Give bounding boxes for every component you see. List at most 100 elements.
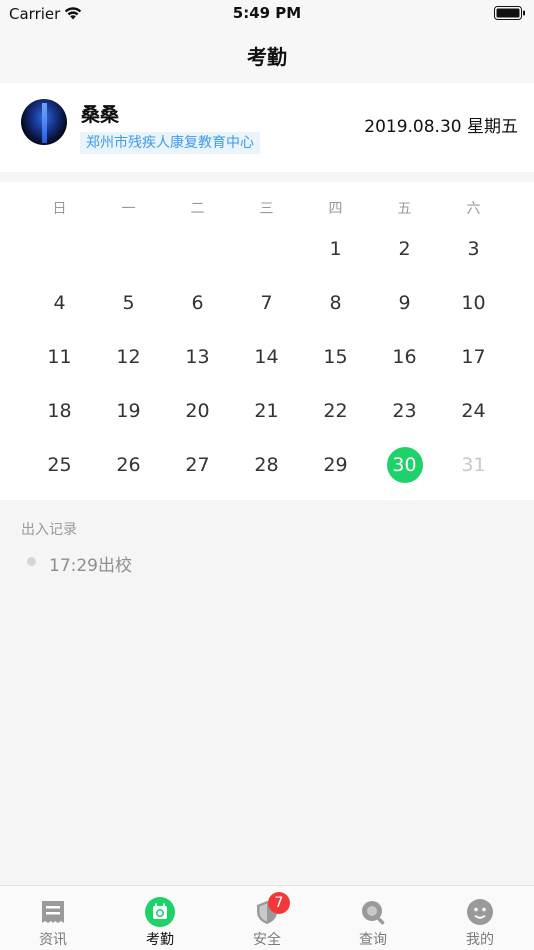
calendar-day[interactable]: 12	[94, 330, 163, 384]
calendar-day-number: 23	[392, 400, 417, 422]
tab-safety[interactable]: 7 安全	[214, 886, 320, 950]
tab-label: 考勤	[146, 932, 174, 948]
entry-exit-records: 出入记录 17:29出校	[0, 500, 534, 885]
calendar-day[interactable]: 31	[439, 438, 508, 492]
weekday-label: 二	[190, 201, 205, 217]
calendar-day-number: 11	[47, 346, 72, 368]
tab-label: 查询	[359, 932, 387, 948]
calendar-day-number: 4	[53, 292, 66, 314]
calendar-day-number: 12	[116, 346, 141, 368]
calendar-day-number: 10	[461, 292, 486, 314]
record-item: 17:29出校	[49, 556, 132, 576]
page-title: 考勤	[247, 45, 287, 69]
calendar-day-number: 1	[329, 238, 342, 260]
weekday-label: 四	[328, 201, 343, 217]
calendar-day[interactable]: 18	[25, 384, 94, 438]
calendar-day[interactable]: 4	[25, 276, 94, 330]
calendar-day-number: 29	[323, 454, 348, 476]
calendar-day[interactable]: 3	[439, 222, 508, 276]
current-date: 2019.08.30 星期五	[364, 117, 518, 137]
tab-label: 安全	[253, 932, 281, 948]
tab-label: 资讯	[39, 932, 67, 948]
weekday-label: 日	[52, 201, 67, 217]
calendar-day-number: 18	[47, 400, 72, 422]
tab-mine[interactable]: 我的	[427, 886, 533, 950]
avatar[interactable]	[21, 99, 67, 145]
calendar-day-number: 9	[398, 292, 411, 314]
calendar-day[interactable]: 20	[163, 384, 232, 438]
records-title: 出入记录	[21, 522, 77, 538]
tab-attendance[interactable]: 考勤	[107, 886, 213, 950]
calendar-day-number: 20	[185, 400, 210, 422]
calendar-day[interactable]: 6	[163, 276, 232, 330]
record-bullet	[27, 557, 36, 566]
tab-news[interactable]: 资讯	[0, 886, 106, 950]
news-icon	[42, 901, 64, 923]
calendar-day[interactable]: 15	[301, 330, 370, 384]
calendar-day-number: 27	[185, 454, 210, 476]
calendar-day-number: 30	[386, 447, 423, 483]
calendar-day[interactable]: 28	[232, 438, 301, 492]
battery-icon	[494, 6, 525, 20]
weekday-label: 五	[397, 201, 412, 217]
calendar-day-number: 25	[47, 454, 72, 476]
search-icon	[362, 901, 385, 925]
calendar-day[interactable]: 17	[439, 330, 508, 384]
notification-badge: 7	[268, 892, 290, 914]
calendar-day[interactable]: 14	[232, 330, 301, 384]
calendar-day-number: 26	[116, 454, 141, 476]
calendar-day[interactable]: 23	[370, 384, 439, 438]
calendar-day-number: 3	[467, 238, 480, 260]
calendar-day[interactable]: 2	[370, 222, 439, 276]
calendar-day[interactable]: 1	[301, 222, 370, 276]
calendar-day-number: 13	[185, 346, 210, 368]
calendar-day-number: 2	[398, 238, 411, 260]
calendar-day-number: 16	[392, 346, 417, 368]
tab-label: 我的	[466, 932, 494, 948]
student-name: 桑桑	[81, 104, 120, 126]
calendar-day[interactable]: 5	[94, 276, 163, 330]
weekday-label: 六	[466, 201, 481, 217]
calendar-day[interactable]: 7	[232, 276, 301, 330]
calendar-day-number: 8	[329, 292, 342, 314]
calendar-day-number: 5	[122, 292, 135, 314]
calendar-day-number: 15	[323, 346, 348, 368]
status-bar: Carrier 5:49 PM	[0, 0, 534, 28]
attendance-icon	[145, 897, 175, 927]
calendar-day-number: 19	[116, 400, 141, 422]
calendar-day[interactable]: 13	[163, 330, 232, 384]
calendar-day[interactable]: 8	[301, 276, 370, 330]
calendar-day[interactable]: 26	[94, 438, 163, 492]
calendar-day[interactable]: 19	[94, 384, 163, 438]
calendar-day-number: 28	[254, 454, 279, 476]
calendar-day-number: 17	[461, 346, 486, 368]
weekday-label: 三	[259, 201, 274, 217]
attendance-calendar: 日一二三四五六 1 2 3 4 5 6 7 8 9 10 11 12 13 14 15 16 17 18 19 20 2…	[0, 182, 534, 500]
calendar-day-number: 14	[254, 346, 279, 368]
organization-tag: 郑州市残疾人康复教育中心	[80, 132, 260, 154]
calendar-day-number: 21	[254, 400, 279, 422]
calendar-day-number: 22	[323, 400, 348, 422]
calendar-day[interactable]: 9	[370, 276, 439, 330]
calendar-day[interactable]: 29	[301, 438, 370, 492]
status-time: 5:49 PM	[232, 4, 302, 22]
calendar-day-number: 31	[461, 454, 486, 476]
calendar-day[interactable]: 10	[439, 276, 508, 330]
calendar-day[interactable]: 25	[25, 438, 94, 492]
profile-icon	[467, 899, 493, 925]
tab-bar: 资讯 考勤 7 安全 查询 我的	[0, 885, 534, 950]
tab-query[interactable]: 查询	[320, 886, 426, 950]
calendar-day[interactable]: 21	[232, 384, 301, 438]
navigation-bar: 考勤	[0, 28, 534, 82]
calendar-day[interactable]: 16	[370, 330, 439, 384]
calendar-day[interactable]: 22	[301, 384, 370, 438]
profile-header: 桑桑 郑州市残疾人康复教育中心 2019.08.30 星期五	[0, 83, 534, 172]
weekday-label: 一	[121, 201, 136, 217]
calendar-day[interactable]: 27	[163, 438, 232, 492]
calendar-day[interactable]: 24	[439, 384, 508, 438]
calendar-day-number: 7	[260, 292, 273, 314]
calendar-day-selected[interactable]: 30	[370, 438, 439, 492]
calendar-day-number: 24	[461, 400, 486, 422]
calendar-day-number: 6	[191, 292, 204, 314]
calendar-day[interactable]: 11	[25, 330, 94, 384]
